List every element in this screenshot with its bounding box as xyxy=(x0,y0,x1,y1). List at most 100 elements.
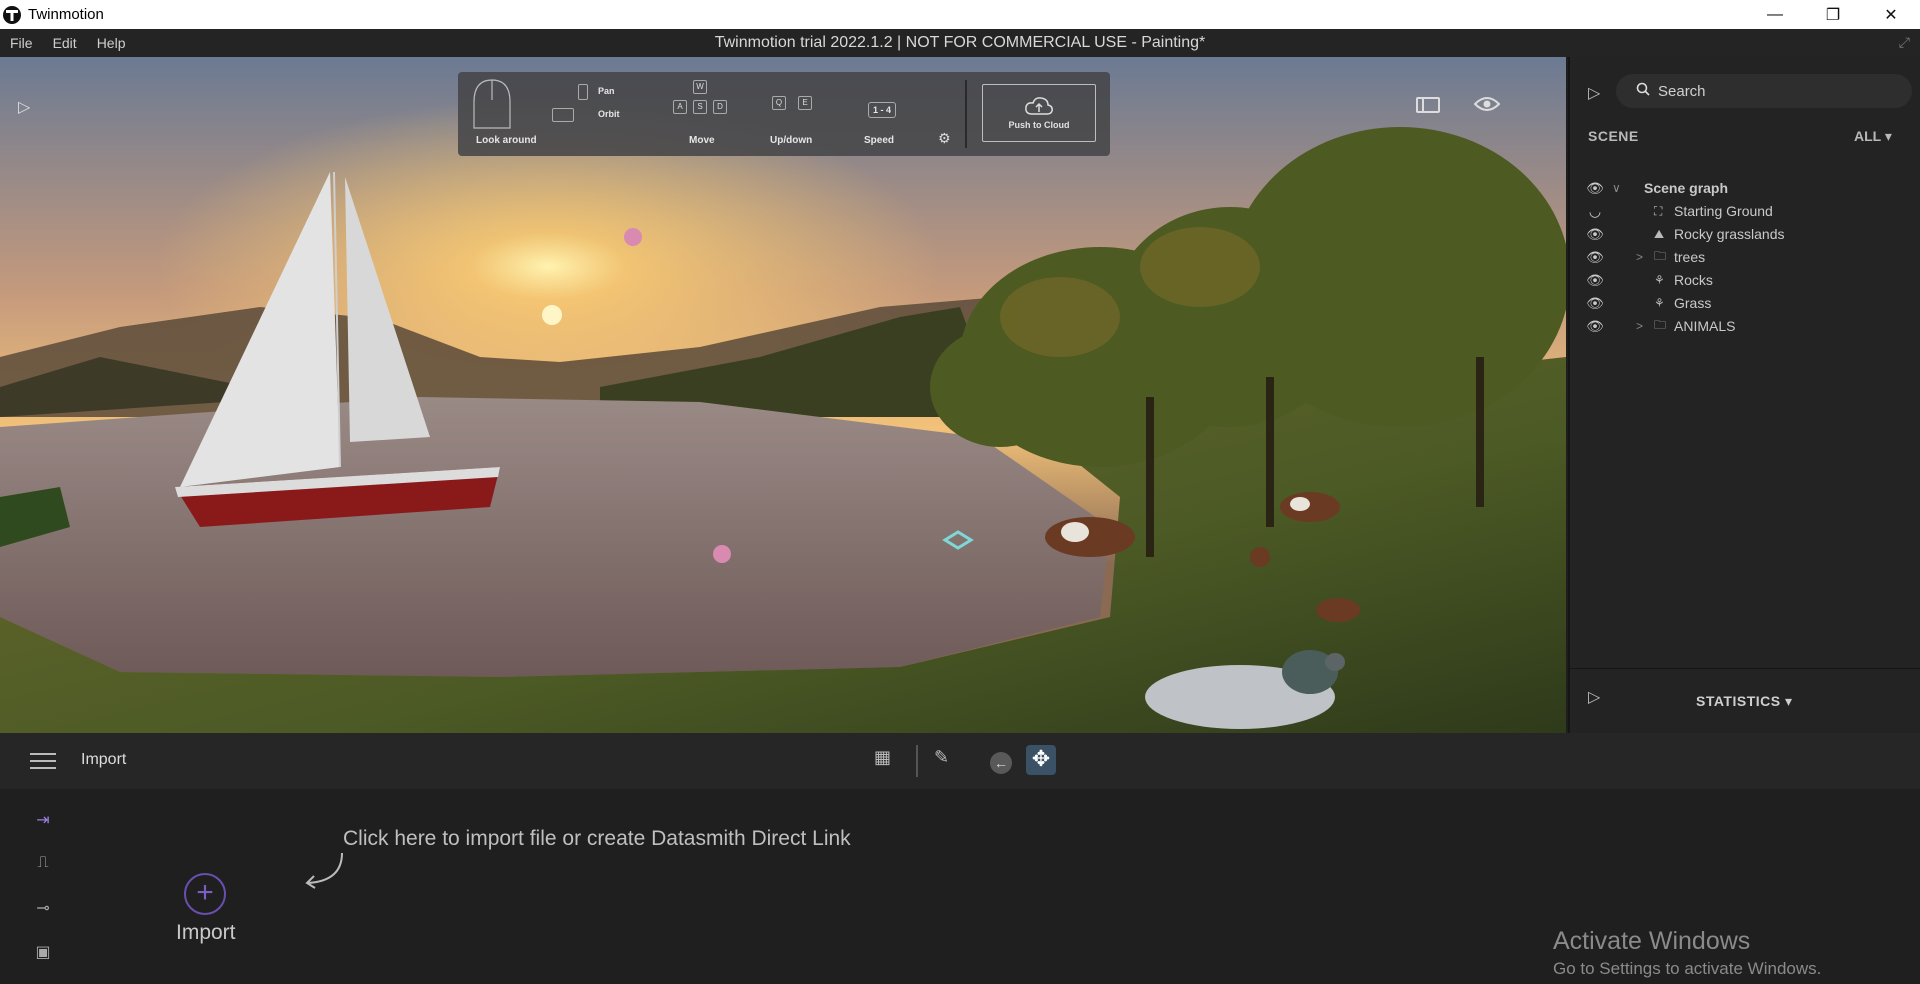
look-around-group: Look around xyxy=(468,78,548,150)
eye-icon[interactable]: 👁 xyxy=(1586,249,1604,266)
key-e: E xyxy=(798,96,812,110)
hud-divider xyxy=(965,80,967,148)
scene-filter-dropdown[interactable]: ALL ▾ xyxy=(1854,128,1892,145)
landscape-icon: ⛰ xyxy=(1654,226,1665,241)
viewport-play-icon[interactable]: ▷ xyxy=(18,97,30,117)
tree-item-label: Rocks xyxy=(1674,272,1713,288)
search-placeholder: Search xyxy=(1658,82,1706,100)
hamburger-menu-icon[interactable] xyxy=(30,753,56,774)
tree-item-rocks[interactable]: 👁 ⚘ Rocks xyxy=(1570,268,1920,292)
key-s: S xyxy=(693,100,707,114)
ground-icon: ⛶ xyxy=(1654,203,1663,218)
curved-arrow-icon xyxy=(305,852,343,889)
bottom-toolbar: Import ▦ ✎ ← ✥ xyxy=(0,733,1920,789)
eyedropper-icon[interactable]: ✎ xyxy=(934,747,949,768)
scatter-icon: ⚘ xyxy=(1654,296,1665,310)
eye-icon[interactable]: 👁 xyxy=(1586,295,1604,312)
tree-item-label: trees xyxy=(1674,249,1706,265)
tree-item-starting-ground[interactable]: ◡ ⛶ Starting Ground xyxy=(1570,199,1920,223)
minimize-button[interactable]: — xyxy=(1746,0,1804,29)
key-a: A xyxy=(673,100,687,114)
activate-windows-subtitle: Go to Settings to activate Windows. xyxy=(1553,959,1822,978)
cloud-upload-icon xyxy=(1025,97,1053,115)
tree-item-label: Scene graph xyxy=(1644,180,1729,196)
mouse-icon xyxy=(473,79,511,129)
key-d: D xyxy=(713,100,727,114)
scene-render xyxy=(0,57,1566,733)
search-input[interactable]: Search xyxy=(1616,74,1912,108)
pan-key-icon xyxy=(578,84,588,100)
statistics-play-icon[interactable]: ▷ xyxy=(1588,687,1600,707)
eye-closed-icon[interactable]: ◡ xyxy=(1586,203,1604,220)
back-arrow-icon[interactable]: ← xyxy=(990,752,1012,774)
eye-icon[interactable]: 👁 xyxy=(1586,226,1604,243)
speed-label: Speed xyxy=(864,135,895,146)
pan-orbit-group: Pan Orbit xyxy=(552,78,634,150)
grid-icon[interactable]: ▦ xyxy=(874,747,891,768)
tree-item-label: Starting Ground xyxy=(1674,203,1773,219)
eye-icon[interactable]: 👁 xyxy=(1586,272,1604,289)
document-title: Twinmotion trial 2022.1.2 | NOT FOR COMM… xyxy=(714,34,1206,51)
folder-icon: 🗀 xyxy=(1654,248,1667,263)
eye-icon[interactable]: 👁 xyxy=(1586,318,1604,335)
search-icon xyxy=(1636,82,1650,100)
import-add-button[interactable]: + xyxy=(184,873,226,915)
menu-bar: File Edit Help Twinmotion trial 2022.1.2… xyxy=(0,29,1920,57)
panel-divider xyxy=(1570,668,1920,669)
media-tab-icon[interactable]: ▣ xyxy=(26,942,60,970)
scatter-icon: ⚘ xyxy=(1654,273,1665,287)
key-w: W xyxy=(693,80,707,94)
tree-item-trees[interactable]: 👁 > 🗀 trees xyxy=(1570,245,1920,269)
move-label: Move xyxy=(689,135,715,146)
look-around-label: Look around xyxy=(476,135,537,146)
chevron-down-icon: ▾ xyxy=(1884,128,1892,144)
twinmotion-logo-icon xyxy=(3,5,21,24)
import-label[interactable]: Import xyxy=(176,921,236,945)
fullscreen-icon[interactable]: ⤢ xyxy=(1899,34,1910,51)
chevron-right-icon[interactable]: > xyxy=(1636,319,1643,333)
pan-label: Pan xyxy=(598,86,615,96)
window-controls: — ❐ ✕ xyxy=(1746,0,1920,29)
app-name: Twinmotion xyxy=(28,6,104,23)
folder-icon: 🗀 xyxy=(1654,317,1667,332)
window-titlebar: Twinmotion — ❐ ✕ xyxy=(0,0,1920,29)
scene-panel: ▷ Search SCENE ALL ▾ 👁 ∨ Scene graph ◡ ⛶… xyxy=(1568,57,1920,733)
tree-item-rocky-grasslands[interactable]: 👁 ⛰ Rocky grasslands xyxy=(1570,222,1920,246)
push-to-cloud-label: Push to Cloud xyxy=(1008,120,1070,130)
push-to-cloud-button[interactable]: Push to Cloud xyxy=(982,84,1096,142)
slider-tab-icon[interactable]: ⊸ xyxy=(26,898,60,926)
hud-settings-gear-icon[interactable]: ⚙ xyxy=(938,130,951,147)
tree-item-label: ANIMALS xyxy=(1674,318,1736,334)
menu-help[interactable]: Help xyxy=(87,35,136,51)
maximize-button[interactable]: ❐ xyxy=(1804,0,1862,29)
toolbar-section-title: Import xyxy=(81,751,127,768)
navigation-hud: Look around Pan Orbit W A S D Move Q E U… xyxy=(458,72,1110,156)
path-tab-icon[interactable]: ⎍ xyxy=(26,854,60,882)
eye-icon[interactable]: 👁 xyxy=(1586,180,1604,197)
panel-play-icon[interactable]: ▷ xyxy=(1588,83,1600,103)
scene-filter-label: ALL xyxy=(1854,128,1881,144)
menu-file[interactable]: File xyxy=(0,35,43,51)
chevron-right-icon[interactable]: > xyxy=(1636,250,1643,264)
import-tab-icon[interactable]: ⇥ xyxy=(26,810,60,838)
move-tool-icon[interactable]: ✥ xyxy=(1026,745,1056,775)
statistics-dropdown[interactable]: STATISTICS ▾ xyxy=(1696,693,1793,710)
menu-edit[interactable]: Edit xyxy=(43,35,87,51)
tree-item-scene-graph[interactable]: 👁 ∨ Scene graph xyxy=(1570,176,1920,200)
activate-windows-title: Activate Windows xyxy=(1553,927,1751,955)
3d-viewport[interactable]: ▷ Look around Pan Orbit W A S D Move Q E… xyxy=(0,57,1566,733)
chevron-down-icon[interactable]: ∨ xyxy=(1612,181,1621,195)
viewport-layout-icon[interactable] xyxy=(1416,97,1440,113)
toolbar-separator xyxy=(916,745,918,777)
visibility-eye-icon[interactable] xyxy=(1474,95,1500,113)
tree-item-label: Grass xyxy=(1674,295,1712,311)
updown-group: Q E Up/down xyxy=(766,78,846,150)
import-hint[interactable]: Click here to import file or create Data… xyxy=(343,827,851,851)
close-button[interactable]: ✕ xyxy=(1862,0,1920,29)
speed-group: 1 - 4 Speed xyxy=(860,78,920,150)
statistics-label: STATISTICS xyxy=(1696,693,1781,709)
key-q: Q xyxy=(772,96,786,110)
tree-item-grass[interactable]: 👁 ⚘ Grass xyxy=(1570,291,1920,315)
tree-item-animals[interactable]: 👁 > 🗀 ANIMALS xyxy=(1570,314,1920,338)
chevron-down-icon: ▾ xyxy=(1784,693,1793,709)
